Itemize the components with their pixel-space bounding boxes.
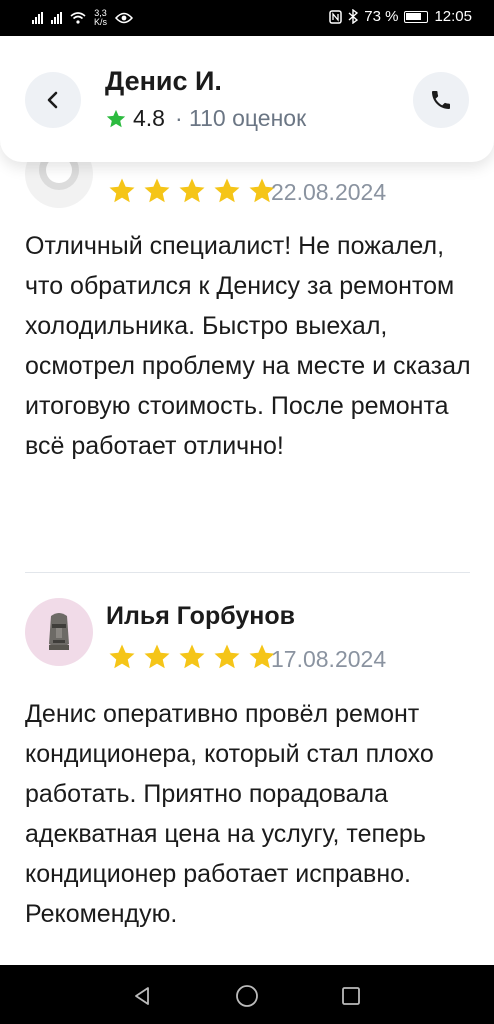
avatar [25,598,93,666]
nav-recents-button[interactable] [338,983,364,1009]
review-date: 17.08.2024 [271,646,387,672]
network-speed: 3,3 K/s [94,8,108,27]
signal-icon [32,12,43,24]
home-circle-icon [236,985,258,1007]
battery-percent: 73 % [364,8,399,25]
back-button[interactable] [25,72,81,128]
review-author: Илья Горбунов [106,602,295,630]
master-rating[interactable]: 4.8 · 110 оценок [105,105,306,132]
eye-icon [115,12,134,24]
review-text: Денис оперативно провёл ремонт кондицион… [25,700,434,928]
back-triangle-icon [135,987,149,1005]
master-header: Денис И. 4.8 · 110 оценок [0,36,494,162]
phone-icon [432,91,450,109]
moai-icon [49,613,69,650]
battery-icon [404,10,429,23]
recents-square-icon [342,987,360,1005]
status-right: 73 % 12:05 [329,8,472,25]
app-content: Денис И. 4.8 · 110 оценок 22.08.2024 Отл… [0,36,494,965]
star-icon [176,642,208,677]
wifi-icon [70,12,86,24]
clock: 12:05 [434,8,472,25]
rating-count: · 110 оценок [174,105,307,131]
star-icon [141,642,173,677]
star-icon [211,642,243,677]
system-nav-bar [0,965,494,1024]
chevron-left-icon [47,91,58,109]
bluetooth-icon [348,9,359,24]
signal-icon [51,12,62,24]
review-stars [106,642,278,677]
nav-back-button[interactable] [129,983,155,1009]
nfc-icon [329,9,342,24]
status-left: 3,3 K/s [32,8,134,27]
star-icon [106,642,138,677]
master-name: Денис И. [105,66,222,96]
review-card: Илья Горбунов 17.08.2024 Денис оперативн… [0,36,494,965]
nav-home-button[interactable] [234,983,260,1009]
star-icon [106,109,126,127]
status-bar: 3,3 K/s 73 % 12:05 [0,0,494,36]
rating-value: 4.8 [133,105,165,131]
call-button[interactable] [413,72,469,128]
